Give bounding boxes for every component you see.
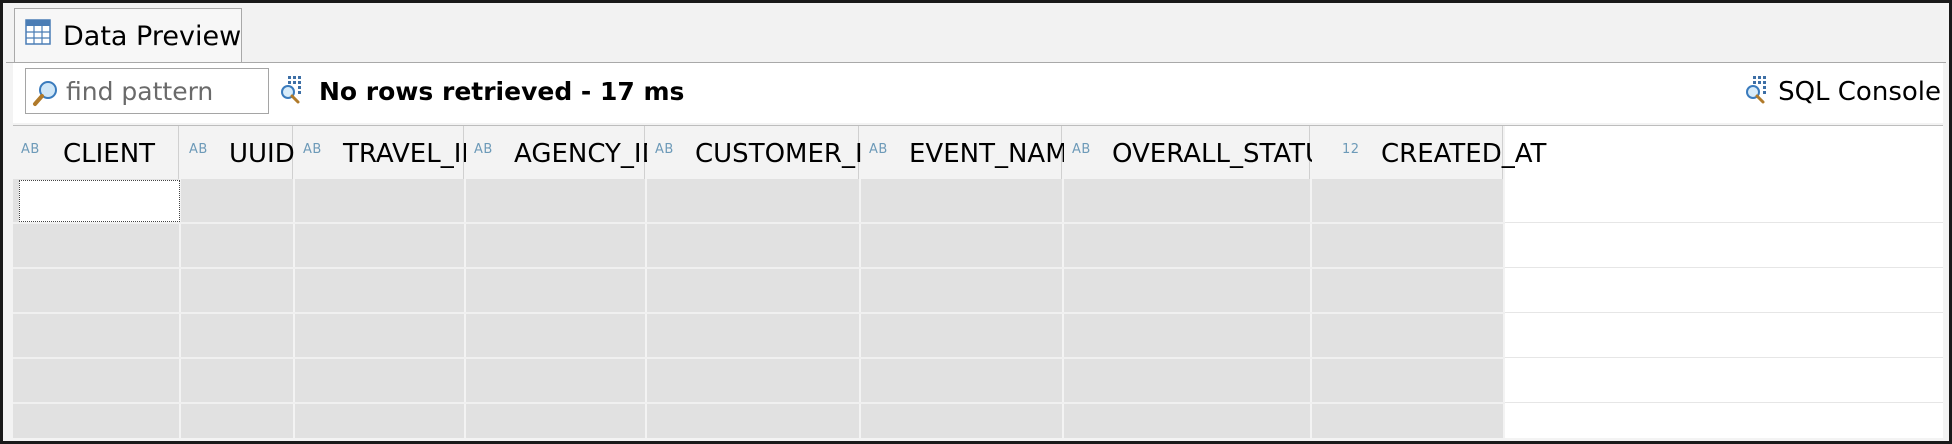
data-preview-window: Data Preview No row xyxy=(0,0,1952,444)
column-cells[interactable] xyxy=(647,179,859,438)
column-overall-status: AB OVERALL_STATUS xyxy=(1064,126,1341,438)
find-pattern-box[interactable] xyxy=(25,68,269,114)
column-header[interactable]: AB CLIENT xyxy=(13,126,179,179)
text-type-icon: AB xyxy=(303,142,322,157)
table-icon xyxy=(25,19,51,49)
column-header[interactable]: AB TRAVEL_ID xyxy=(295,126,481,179)
toolbar: No rows retrieved - 17 ms SQL Console xyxy=(13,63,1943,123)
column-cells[interactable] xyxy=(861,179,1062,438)
column-name: UUID xyxy=(229,139,295,169)
column-name: CLIENT xyxy=(63,139,156,169)
numeric-type-icon: 12 xyxy=(1342,142,1360,157)
column-cells[interactable] xyxy=(181,179,293,438)
find-pattern-input[interactable] xyxy=(66,73,262,109)
column-travel-id: AB TRAVEL_ID xyxy=(295,126,481,438)
column-header[interactable]: AB CUSTOMER_ID xyxy=(647,126,883,179)
text-type-icon: AB xyxy=(474,142,493,157)
column-customer-id: AB CUSTOMER_ID xyxy=(647,126,883,438)
status-message: No rows retrieved - 17 ms xyxy=(319,77,685,106)
column-name: TRAVEL_ID xyxy=(343,139,482,169)
column-cells[interactable] xyxy=(1064,179,1310,438)
column-name: CREATED_AT xyxy=(1381,139,1547,169)
column-event-name: AB EVENT_NAME xyxy=(861,126,1084,438)
column-name: AGENCY_ID xyxy=(514,139,662,169)
tab-strip: Data Preview xyxy=(6,6,1946,63)
query-icon xyxy=(1744,75,1774,109)
column-header[interactable]: AB UUID xyxy=(181,126,295,179)
column-name: CUSTOMER_ID xyxy=(695,139,883,169)
column-cells[interactable] xyxy=(295,179,464,438)
search-icon xyxy=(32,79,60,111)
tab-data-preview[interactable]: Data Preview xyxy=(14,8,242,62)
query-icon xyxy=(279,75,309,109)
text-type-icon: AB xyxy=(189,142,208,157)
tab-label: Data Preview xyxy=(63,21,242,52)
selected-cell[interactable] xyxy=(19,180,180,222)
column-header[interactable]: AB EVENT_NAME xyxy=(861,126,1084,179)
column-name: OVERALL_STATUS xyxy=(1112,139,1341,169)
sql-console-label: SQL Console xyxy=(1778,77,1941,107)
results-grid[interactable]: AB CLIENT AB UUID AB TRAVEL_ID AB AGENCY… xyxy=(13,125,1943,438)
sql-console-button[interactable]: SQL Console xyxy=(1744,73,1941,111)
column-header[interactable]: 12 CREATED_AT xyxy=(1312,126,1546,179)
column-uuid: AB UUID xyxy=(181,126,295,438)
column-agency-id: AB AGENCY_ID xyxy=(466,126,662,438)
column-header[interactable]: AB OVERALL_STATUS xyxy=(1064,126,1341,179)
text-type-icon: AB xyxy=(869,142,888,157)
text-type-icon: AB xyxy=(1072,142,1091,157)
column-cells[interactable] xyxy=(466,179,645,438)
column-name: EVENT_NAME xyxy=(909,139,1085,169)
text-type-icon: AB xyxy=(655,142,674,157)
column-header[interactable]: AB AGENCY_ID xyxy=(466,126,662,179)
column-client: AB CLIENT xyxy=(13,126,181,438)
text-type-icon: AB xyxy=(21,142,40,157)
column-cells[interactable] xyxy=(1312,179,1503,438)
column-created-at: 12 CREATED_AT xyxy=(1312,126,1546,438)
